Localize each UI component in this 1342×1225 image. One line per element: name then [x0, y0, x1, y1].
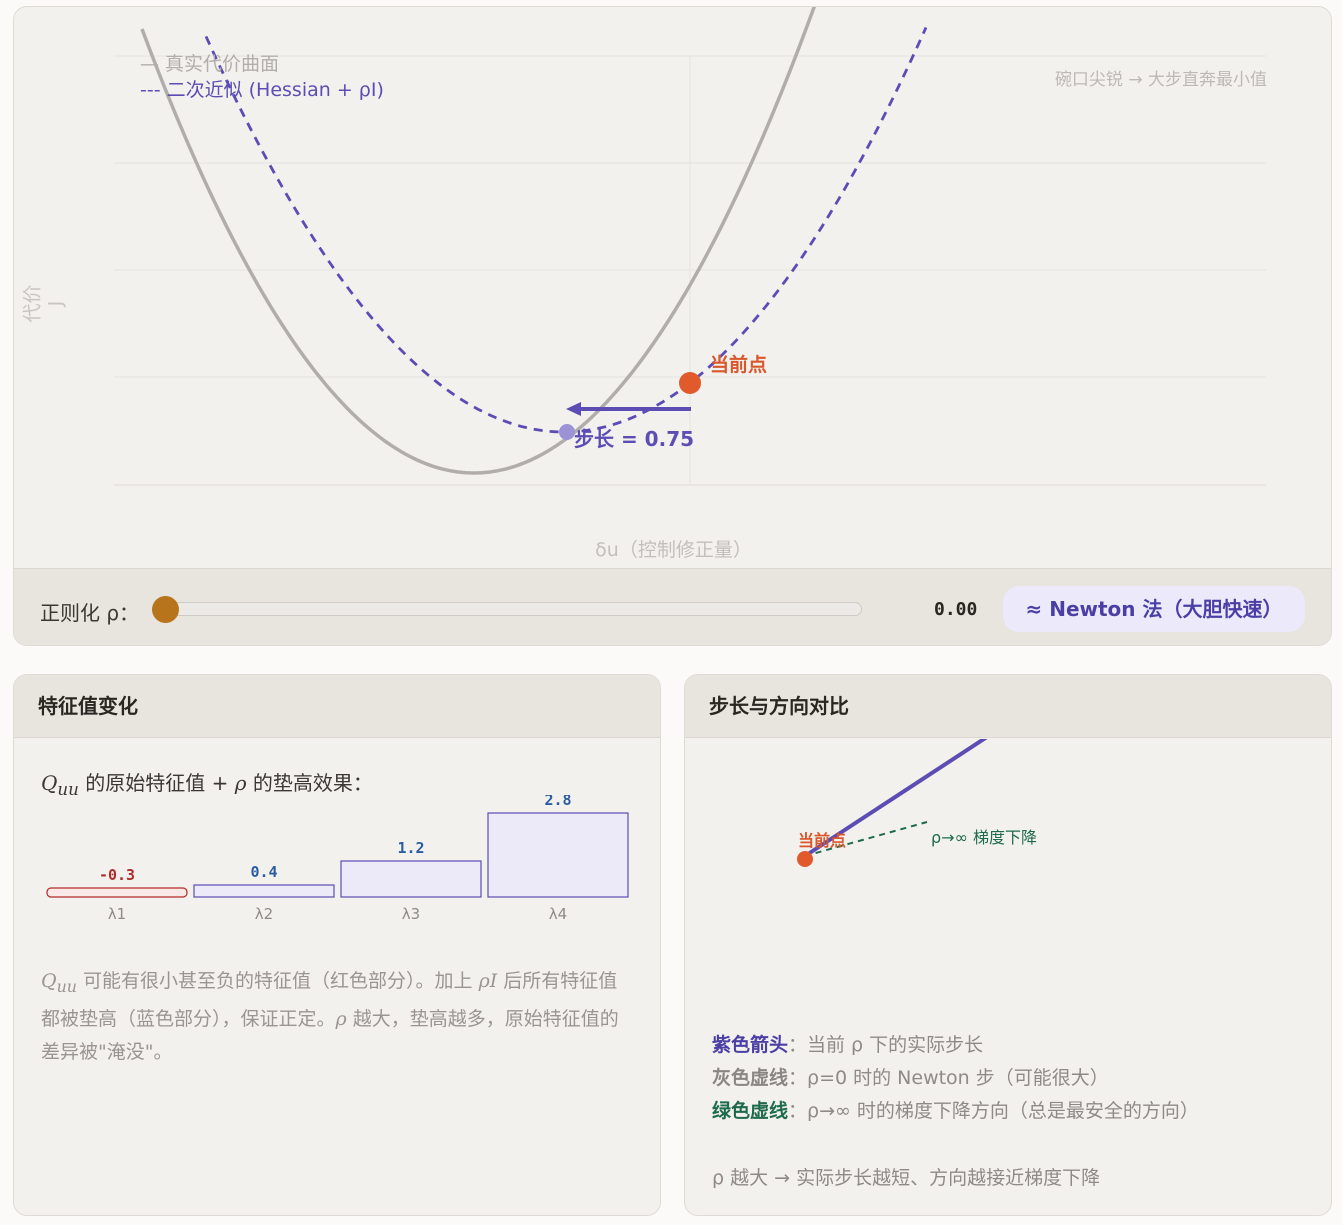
next-point-marker — [559, 424, 575, 440]
intro-tail: 的垫高效果： — [246, 771, 373, 795]
eigen-value-label: 0.4 — [250, 863, 277, 881]
direction-panel-title: 步长与方向对比 — [685, 675, 1331, 738]
direction-notes: 紫色箭头：当前 ρ 下的实际步长 灰色虚线：ρ=0 时的 Newton 步（可能… — [712, 1029, 1199, 1195]
note-purple-value: ：当前 ρ 下的实际步长 — [788, 1034, 984, 1056]
direction-point-label: 当前点 — [798, 831, 846, 850]
gradient-label: ρ→∞ 梯度下降 — [931, 828, 1037, 847]
current-point-marker — [797, 851, 813, 867]
rho-slider-thumb[interactable] — [152, 596, 179, 623]
note-purple: 紫色箭头：当前 ρ 下的实际步长 — [712, 1029, 1199, 1062]
current-point-marker[interactable] — [679, 372, 701, 394]
eigenvalue-bar-chart: -0.3 λ1 0.4 λ2 1.2 λ3 2.8 λ4 — [46, 795, 629, 923]
eigen-bar — [193, 884, 335, 898]
eigen-value-label: -0.3 — [99, 866, 135, 884]
eigen-value-label: 1.2 — [397, 839, 424, 857]
plot-legend: — 真实代价曲面 --- 二次近似 (Hessian + ρI) — [140, 51, 384, 103]
note-gray-value: ：ρ=0 时的 Newton 步（可能很大） — [788, 1067, 1109, 1089]
x-axis-label: δu（控制修正量） — [595, 539, 752, 561]
plot-hint: 碗口尖锐 → 大步直奔最小值 — [1054, 70, 1267, 90]
eigen-bar — [46, 887, 188, 898]
eigen-category-label: λ3 — [402, 905, 420, 923]
current-point-label: 当前点 — [710, 354, 768, 376]
optimization-visualizer: — 真实代价曲面 --- 二次近似 (Hessian + ρI) 碗口尖锐 → … — [13, 6, 1332, 646]
eigen-bar — [340, 860, 482, 898]
eigenvalue-description: Quu 可能有很小甚至负的特征值（红色部分）。加上 ρI 后所有特征值都被垫高（… — [41, 965, 631, 1069]
direction-panel: 步长与方向对比 当前点 ρ→∞ 梯度下降 紫色箭头：当前 ρ 下的实际步长 灰色… — [684, 674, 1332, 1216]
eigen-bar — [487, 812, 629, 898]
eigen-value-label: 2.8 — [544, 795, 571, 809]
rho-label: 正则化 ρ： — [40, 601, 140, 625]
method-badge: ≈ Newton 法（大胆快速） — [1003, 586, 1305, 632]
q-subscript: uu — [56, 976, 77, 996]
eigen-category-label: λ1 — [108, 905, 126, 923]
q-symbol: Q — [41, 771, 58, 795]
rho-symbol: ρ — [335, 1007, 347, 1030]
eigen-category-label: λ2 — [255, 905, 273, 923]
note-green: 绿色虚线：ρ→∞ 时的梯度下降方向（总是最安全的方向） — [712, 1095, 1199, 1128]
step-size-label: 步长 = 0.75 — [574, 427, 695, 451]
eigenvalue-panel: 特征值变化 Quu 的原始特征值 + ρ 的垫高效果： -0.3 λ1 0.4 λ2 1… — [13, 674, 661, 1216]
q-symbol: Q — [41, 970, 57, 992]
step-arrow-head — [566, 402, 581, 416]
rho-slider[interactable] — [164, 602, 862, 616]
rho-i-symbol: ρI — [478, 970, 498, 992]
direction-diagram: 当前点 ρ→∞ 梯度下降 — [797, 739, 1037, 867]
legend-true-cost: — 真实代价曲面 — [140, 53, 280, 75]
direction-footer: ρ 越大 → 实际步长越短、方向越接近梯度下降 — [712, 1167, 1101, 1189]
legend-quadratic: --- 二次近似 (Hessian + ρI) — [140, 79, 384, 101]
y-axis-label: 代价 J — [21, 284, 67, 323]
eigen-category-label: λ4 — [549, 905, 567, 923]
cost-plot: — 真实代价曲面 --- 二次近似 (Hessian + ρI) 碗口尖锐 → … — [14, 7, 1331, 568]
intro-text: 的原始特征值 + — [78, 771, 235, 795]
rho-value: 0.00 — [934, 599, 978, 620]
regularization-control: 正则化 ρ： 0.00 ≈ Newton 法（大胆快速） — [14, 568, 1331, 645]
eigenvalue-panel-title: 特征值变化 — [14, 675, 660, 738]
note-gray-key: 灰色虚线 — [712, 1067, 789, 1089]
desc-part-a: 可能有很小甚至负的特征值（红色部分）。加上 — [76, 970, 479, 992]
grid — [114, 55, 1266, 485]
rho-symbol: ρ — [234, 771, 247, 795]
note-green-value: ：ρ→∞ 时的梯度下降方向（总是最安全的方向） — [788, 1100, 1199, 1122]
note-purple-key: 紫色箭头 — [712, 1034, 789, 1056]
note-gray: 灰色虚线：ρ=0 时的 Newton 步（可能很大） — [712, 1062, 1199, 1095]
note-green-key: 绿色虚线 — [712, 1100, 789, 1122]
